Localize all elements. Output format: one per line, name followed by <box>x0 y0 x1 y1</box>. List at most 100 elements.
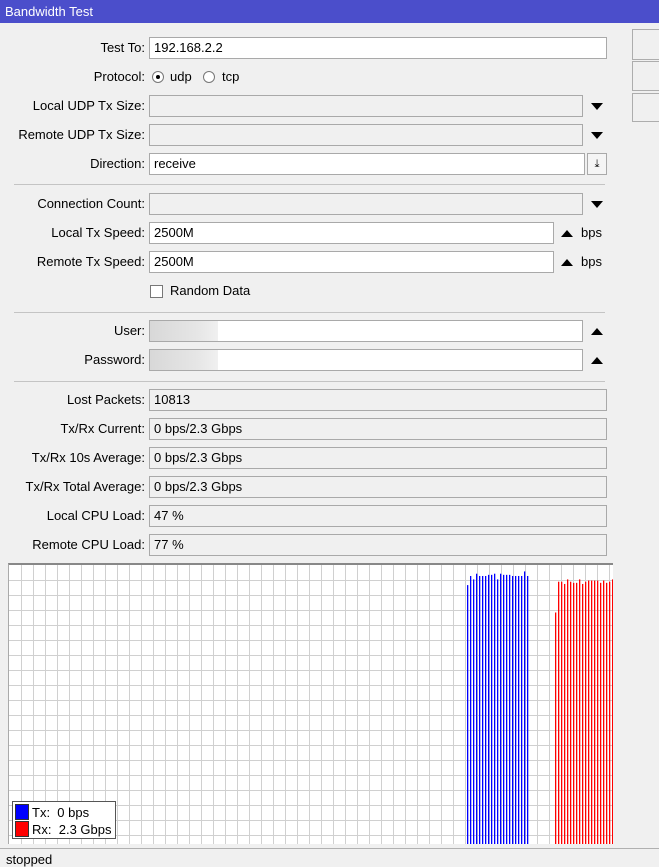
direction-select[interactable]: receive <box>149 153 585 175</box>
protocol-tcp-label: tcp <box>222 69 240 84</box>
remote-tx-speed-label: Remote Tx Speed: <box>36 254 145 269</box>
rx-bar <box>609 581 611 844</box>
redacted-password <box>150 350 218 370</box>
rx-bar <box>594 580 596 844</box>
close-button[interactable] <box>632 93 659 122</box>
local-tx-speed-unit: bps <box>581 225 602 240</box>
tx-bar <box>470 575 472 844</box>
stat-value: 0 bps/2.3 Gbps <box>149 447 607 469</box>
rx-bar <box>555 612 557 844</box>
protocol-label: Protocol: <box>93 69 145 84</box>
protocol-udp-label: udp <box>170 69 192 84</box>
stat-label: Local CPU Load: <box>46 508 145 523</box>
tx-bar <box>479 575 481 844</box>
rx-bar <box>585 581 587 844</box>
divider <box>14 381 605 382</box>
tx-bar <box>503 574 505 844</box>
tx-bar <box>524 571 526 844</box>
tx-bar <box>506 574 508 844</box>
protocol-tcp-radio[interactable] <box>203 71 215 83</box>
expand-down-icon[interactable] <box>591 103 603 110</box>
stat-label: Lost Packets: <box>66 392 145 407</box>
tx-bar <box>509 574 511 844</box>
collapse-up-icon[interactable] <box>561 259 573 266</box>
stop-button[interactable] <box>632 61 659 91</box>
remote-udp-tx-size-label: Remote UDP Tx Size: <box>18 127 145 142</box>
test-to-label: Test To: <box>100 40 145 55</box>
stat-value: 77 % <box>149 534 607 556</box>
stat-label: Tx/Rx Total Average: <box>25 479 145 494</box>
remote-tx-speed-input[interactable]: 2500M <box>149 251 554 273</box>
status-bar: stopped <box>0 848 659 867</box>
tx-bar <box>485 575 487 844</box>
window-title: Bandwidth Test <box>0 0 659 23</box>
tx-bar <box>476 573 478 844</box>
password-label: Password: <box>84 352 145 367</box>
rx-bar <box>600 582 602 844</box>
tx-bar <box>512 575 514 844</box>
tx-bar <box>491 574 493 844</box>
rx-swatch <box>15 821 29 837</box>
rx-bar <box>561 581 563 844</box>
rx-bar <box>588 580 590 844</box>
tx-bar <box>527 575 529 844</box>
tx-bar <box>518 575 520 844</box>
tx-swatch <box>15 804 29 820</box>
rx-bar <box>573 582 575 844</box>
rx-bar <box>606 582 608 844</box>
tx-bar <box>482 575 484 844</box>
rx-bar <box>558 581 560 844</box>
expand-down-icon[interactable] <box>591 201 603 208</box>
stat-value: 47 % <box>149 505 607 527</box>
tx-bar <box>500 573 502 844</box>
collapse-up-icon[interactable] <box>561 230 573 237</box>
stat-value: 0 bps/2.3 Gbps <box>149 476 607 498</box>
start-button[interactable] <box>632 29 659 60</box>
rx-bar <box>567 579 569 844</box>
stat-label: Remote CPU Load: <box>32 537 145 552</box>
rx-bar <box>564 583 566 844</box>
connection-count-input[interactable] <box>149 193 583 215</box>
collapse-up-icon[interactable] <box>591 328 603 335</box>
stat-value: 0 bps/2.3 Gbps <box>149 418 607 440</box>
rx-bar <box>597 580 599 844</box>
stat-label: Tx/Rx Current: <box>60 421 145 436</box>
rx-bar <box>576 582 578 844</box>
tx-bar <box>521 575 523 844</box>
collapse-up-icon[interactable] <box>591 357 603 364</box>
user-label: User: <box>113 323 145 338</box>
tx-bar <box>515 575 517 844</box>
dropdown-arrow-icon[interactable]: ⤓ <box>587 153 607 175</box>
protocol-udp-radio[interactable] <box>152 71 164 83</box>
tx-legend: Tx: 0 bps <box>32 805 90 820</box>
rx-bar <box>570 581 572 844</box>
divider <box>14 184 605 185</box>
stat-value: 10813 <box>149 389 607 411</box>
rx-bar <box>612 579 614 844</box>
rx-bar <box>603 580 605 844</box>
tx-bar <box>494 573 496 844</box>
local-udp-tx-size-label: Local UDP Tx Size: <box>32 98 145 113</box>
divider <box>14 312 605 313</box>
connection-count-label: Connection Count: <box>37 196 145 211</box>
random-data-label: Random Data <box>170 283 251 298</box>
rx-bar <box>579 579 581 844</box>
local-tx-speed-label: Local Tx Speed: <box>51 225 145 240</box>
direction-label: Direction: <box>90 156 145 171</box>
random-data-checkbox[interactable] <box>150 285 163 298</box>
remote-udp-tx-size-input[interactable] <box>149 124 583 146</box>
tx-bar <box>497 579 499 844</box>
local-udp-tx-size-input[interactable] <box>149 95 583 117</box>
rx-legend: Rx: 2.3 Gbps <box>32 822 112 837</box>
remote-tx-speed-unit: bps <box>581 254 602 269</box>
tx-bar <box>467 585 469 844</box>
stat-label: Tx/Rx 10s Average: <box>31 450 145 465</box>
tx-bar <box>488 574 490 844</box>
test-to-input[interactable]: 192.168.2.2 <box>149 37 607 59</box>
expand-down-icon[interactable] <box>591 132 603 139</box>
graph-legend: Tx: 0 bps Rx: 2.3 Gbps <box>12 801 116 839</box>
local-tx-speed-input[interactable]: 2500M <box>149 222 554 244</box>
rx-bar <box>582 583 584 844</box>
redacted-user <box>150 321 218 341</box>
rx-bar <box>591 580 593 844</box>
